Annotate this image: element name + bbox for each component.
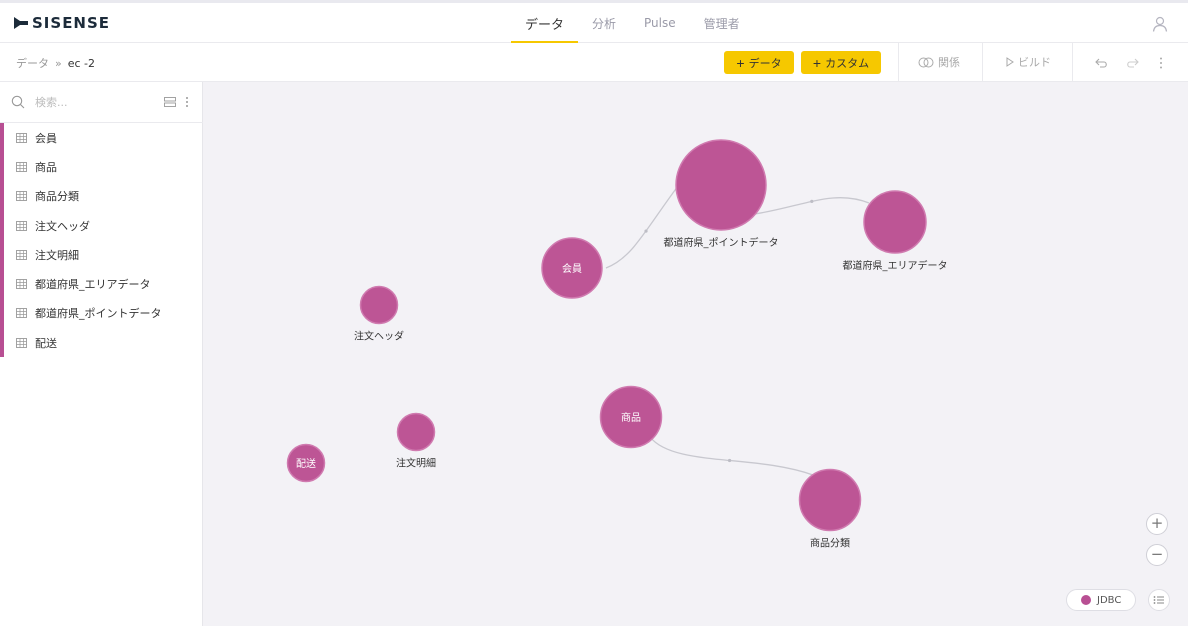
breadcrumb: データ » ec -2 [16, 55, 95, 71]
build-button[interactable]: ビルド [1006, 54, 1051, 70]
table-name: 注文明細 [35, 248, 79, 262]
breadcrumb-separator: » [55, 56, 62, 70]
table-node-label: 配送 [296, 457, 316, 470]
tab-pulse[interactable]: Pulse [630, 3, 690, 43]
table-list-item[interactable]: 都道府県_エリアデータ [0, 269, 203, 299]
table-icon [16, 191, 27, 202]
model-toolbar: データ » ec -2 + データ + カスタム 関係 ビルド [0, 43, 1188, 82]
table-icon [16, 132, 27, 143]
table-name: 注文ヘッダ [35, 219, 90, 233]
table-list-item[interactable]: 会員 [0, 123, 203, 153]
table-name: 商品分類 [35, 190, 79, 204]
build-label: ビルド [1018, 56, 1051, 69]
table-list-item[interactable]: 都道府県_ポイントデータ [0, 298, 203, 329]
redo-icon[interactable] [1124, 56, 1140, 70]
table-node-label: 商品 [621, 411, 641, 424]
relation-link-product-category[interactable] [649, 436, 814, 476]
list-view-icon[interactable] [164, 97, 176, 107]
table-node-area[interactable] [863, 190, 927, 254]
tab-analytics[interactable]: 分析 [578, 3, 630, 43]
top-bar: SISENSE データ 分析 Pulse 管理者 [0, 0, 1188, 44]
sisense-logo-icon [14, 16, 28, 30]
table-node-label: 注文明細 [396, 457, 436, 470]
table-name: 配送 [35, 336, 57, 350]
add-data-button[interactable]: + データ [724, 51, 794, 74]
table-list: 会員商品商品分類注文ヘッダ注文明細都道府県_エリアデータ 都道府県_ポイントデータ… [0, 123, 203, 358]
main-nav: データ 分析 Pulse 管理者 [511, 3, 754, 44]
relations-label: 関係 [938, 56, 960, 69]
undo-icon[interactable] [1094, 56, 1110, 70]
relation-link-member-points[interactable] [605, 185, 679, 269]
table-list-item[interactable]: 配送 [0, 328, 203, 358]
add-data-label: データ [748, 57, 782, 70]
schema-canvas[interactable]: 都道府県_ポイントデータ都道府県_エリアデータ 会員注文ヘッダ商品注文明細 配送商品… [204, 82, 1188, 626]
table-name: 都道府県_エリアデータ [35, 278, 151, 292]
table-icon [16, 337, 27, 348]
relation-link-marker [810, 199, 814, 203]
legend[interactable]: JDBC [1066, 589, 1136, 611]
table-node-label: 注文ヘッダ [354, 330, 404, 343]
plus-icon: + [736, 54, 745, 71]
add-custom-button[interactable]: + カスタム [801, 51, 881, 74]
table-list-item[interactable]: 商品 [0, 152, 203, 182]
tab-admin[interactable]: 管理者 [690, 3, 754, 43]
plus-icon: + [812, 54, 822, 71]
toolbar-divider [1072, 43, 1073, 81]
user-icon[interactable] [1152, 16, 1168, 32]
relations-button[interactable]: 関係 [918, 54, 960, 70]
relationship-graph[interactable]: 都道府県_ポイントデータ都道府県_エリアデータ 会員注文ヘッダ商品注文明細 配送商品… [204, 82, 1188, 626]
table-node-detail[interactable] [396, 412, 436, 452]
table-node-points[interactable] [675, 139, 767, 231]
toolbar-divider [898, 43, 899, 81]
breadcrumb-root[interactable]: データ [16, 55, 49, 71]
list-icon [1153, 596, 1164, 604]
breadcrumb-current: ec -2 [67, 56, 96, 70]
table-name: 会員 [35, 131, 57, 145]
relation-link-marker [644, 229, 648, 233]
search-icon [11, 95, 25, 109]
more-vert-icon[interactable] [185, 95, 189, 109]
table-list-item[interactable]: 商品分類 [0, 181, 203, 211]
more-vert-icon[interactable] [1153, 56, 1169, 70]
add-custom-label: カスタム [825, 57, 870, 70]
table-list-item[interactable]: 注文明細 [0, 240, 203, 270]
table-name: 都道府県_ポイントデータ [35, 307, 162, 321]
table-icon [16, 249, 27, 260]
zoom-out-button[interactable]: − [1146, 544, 1168, 566]
table-node-category[interactable] [798, 468, 862, 532]
legend-dot [1081, 595, 1091, 605]
toolbar-divider [982, 43, 983, 81]
table-list-item[interactable]: 注文ヘッダ [0, 210, 203, 241]
tab-data[interactable]: データ [511, 3, 579, 44]
legend-label: JDBC [1097, 594, 1122, 606]
table-icon [16, 161, 27, 172]
table-node-header[interactable] [359, 285, 399, 325]
play-icon [1006, 57, 1014, 67]
search-bar [0, 82, 203, 123]
table-node-label: 商品分類 [810, 537, 850, 550]
search-input[interactable] [35, 94, 145, 110]
zoom-in-button[interactable]: + [1146, 513, 1168, 535]
table-icon [16, 220, 27, 231]
table-name: 商品 [35, 160, 57, 174]
sisense-logo[interactable]: SISENSE [14, 13, 110, 33]
legend-toggle-button[interactable] [1148, 589, 1170, 611]
table-node-label: 都道府県_エリアデータ [843, 259, 948, 272]
tables-sidebar: 会員商品商品分類注文ヘッダ注文明細都道府県_エリアデータ都道府県_ポイントデータ… [0, 82, 203, 626]
table-node-label: 都道府県_ポイントデータ [664, 236, 779, 249]
relations-icon [918, 57, 934, 67]
table-icon [16, 308, 27, 319]
table-node-label: 会員 [562, 262, 582, 275]
table-icon [16, 279, 27, 290]
relation-link-marker [727, 458, 732, 463]
logo-text: SISENSE [32, 14, 111, 32]
